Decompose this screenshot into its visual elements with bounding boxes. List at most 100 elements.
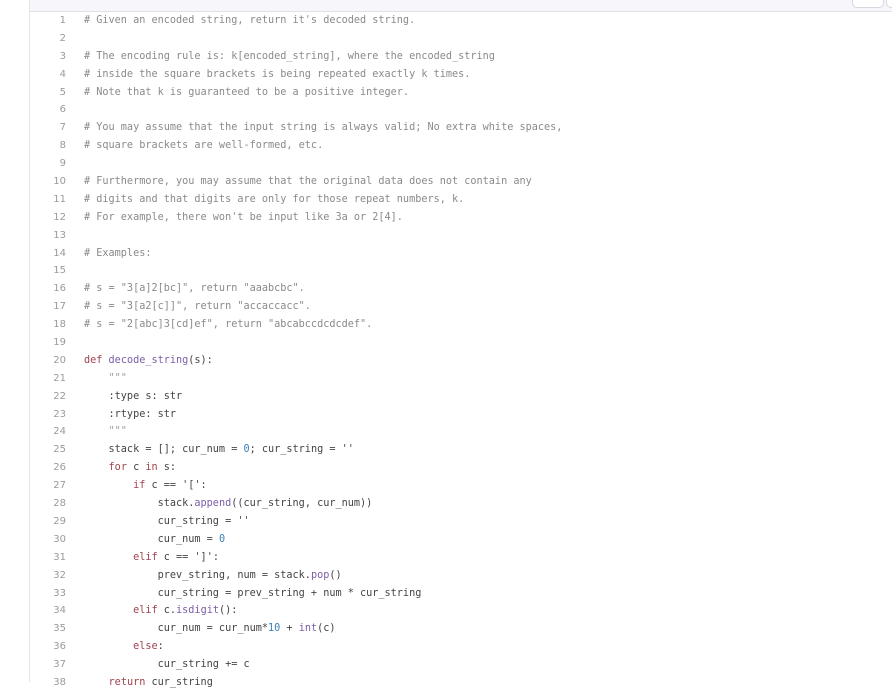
- code-line: 36 else:: [30, 638, 892, 656]
- file-header: [30, 0, 892, 12]
- line-code: for c in s:: [108, 462, 177, 474]
- line-code: # You may assume that the input string i…: [84, 122, 563, 134]
- code-line: 6: [30, 101, 892, 119]
- line-code: cur_string += c: [84, 659, 250, 671]
- header-button[interactable]: [852, 0, 884, 8]
- code-line: 20 def decode_string(s):: [30, 352, 892, 370]
- line-code: """: [84, 372, 127, 384]
- line-code: cur_string = '': [84, 515, 250, 527]
- code-line: 12 # For example, there won't be input li…: [30, 209, 892, 227]
- line-code: # The encoding rule is: k[encoded_string…: [84, 50, 495, 62]
- line-code: cur_num = 0: [84, 533, 226, 545]
- line-number: 26: [53, 462, 66, 474]
- code-line: 11 # digits and that digits are only for …: [30, 191, 892, 209]
- code-line: 33 cur_string = prev_string + num * cur_…: [30, 585, 892, 603]
- line-number: 33: [53, 587, 66, 599]
- line-code: """: [84, 426, 127, 438]
- line-code: # Given an encoded string, return it's d…: [84, 15, 416, 26]
- line-number: 24: [53, 426, 66, 438]
- line-number: 28: [53, 498, 66, 510]
- code-line: 28 stack.append((cur_string, cur_num)): [30, 495, 892, 513]
- code-line: 9: [30, 155, 892, 173]
- line-number: 13: [53, 229, 66, 241]
- line-number: 8: [59, 140, 66, 152]
- code-line: 38 return cur_string: [30, 674, 892, 692]
- line-number: 3: [59, 50, 66, 62]
- line-number: 17: [53, 301, 66, 313]
- line-number: 29: [53, 515, 66, 527]
- code-line: 16 # s = "3[a]2[bc]", return "aaabcbc".: [30, 280, 892, 298]
- line-code: else:: [133, 641, 164, 653]
- line-code: return cur_string: [108, 676, 213, 688]
- code-view: 1 # Given an encoded string, return it's …: [30, 12, 892, 692]
- line-code: :rtype: str: [84, 408, 177, 420]
- code-line: 32 prev_string, num = stack.pop(): [30, 567, 892, 585]
- code-line: 15: [30, 262, 892, 280]
- code-line: 2: [30, 30, 892, 48]
- code-line: 37 cur_string += c: [30, 656, 892, 674]
- code-line: 10 # Furthermore, you may assume that the…: [30, 173, 892, 191]
- line-code: # Note that k is guaranteed to be a posi…: [84, 86, 410, 98]
- line-number: 1: [59, 15, 66, 26]
- header-button-2[interactable]: [886, 0, 892, 8]
- line-code: stack.append((cur_string, cur_num)): [84, 498, 373, 510]
- line-number: 5: [59, 86, 66, 98]
- line-number: 6: [59, 104, 66, 116]
- line-number: 11: [53, 193, 66, 205]
- code-line: 3 # The encoding rule is: k[encoded_strin…: [30, 48, 892, 66]
- code-line: 22 :type s: str: [30, 388, 892, 406]
- line-number: 2: [59, 32, 66, 44]
- line-number: 30: [53, 533, 66, 545]
- line-code: # s = "3[a2[c]]", return "accaccacc".: [84, 301, 311, 313]
- code-line: 13: [30, 227, 892, 245]
- line-number: 32: [53, 569, 66, 581]
- code-line: 35 cur_num = cur_num*10 + int(c): [30, 620, 892, 638]
- code-line: 25 stack = []; cur_num = 0; cur_string =…: [30, 441, 892, 459]
- code-line: 18 # s = "2[abc]3[cd]ef", return "abcabcc…: [30, 316, 892, 334]
- code-line: 5 # Note that k is guaranteed to be a pos…: [30, 84, 892, 102]
- code-line: 7 # You may assume that the input string …: [30, 119, 892, 137]
- line-number: 38: [53, 676, 66, 688]
- line-number: 18: [53, 319, 66, 331]
- line-code: # digits and that digits are only for th…: [84, 193, 465, 205]
- line-number: 9: [59, 158, 66, 170]
- line-number: 23: [53, 408, 66, 420]
- line-code: if c == '[':: [133, 480, 207, 492]
- line-code: # For example, there won't be input like…: [84, 211, 403, 223]
- line-number: 22: [53, 390, 66, 402]
- code-line: 23 :rtype: str: [30, 406, 892, 424]
- code-line: 27 if c == '[':: [30, 477, 892, 495]
- line-number: 14: [53, 247, 66, 259]
- code-line: 8 # square brackets are well-formed, etc.: [30, 137, 892, 155]
- line-code: # s = "2[abc]3[cd]ef", return "abcabccdc…: [84, 319, 373, 331]
- line-number: 21: [53, 372, 66, 384]
- line-number: 34: [53, 605, 66, 617]
- code-line: 30 cur_num = 0: [30, 531, 892, 549]
- line-code: prev_string, num = stack.pop(): [84, 569, 342, 581]
- line-number: 12: [53, 211, 66, 223]
- line-number: 16: [53, 283, 66, 295]
- code-line: 4 # inside the square brackets is being r…: [30, 66, 892, 84]
- line-number: 27: [53, 480, 66, 492]
- line-number: 35: [53, 623, 66, 635]
- line-number: 10: [53, 176, 66, 188]
- line-number: 7: [59, 122, 66, 134]
- line-number: 20: [53, 354, 66, 366]
- line-code: elif c.isdigit():: [133, 605, 238, 617]
- page-margin: [0, 0, 29, 682]
- line-number: 19: [53, 337, 66, 349]
- line-number: 36: [53, 641, 66, 653]
- code-line: 26 for c in s:: [30, 459, 892, 477]
- line-number: 15: [53, 265, 66, 277]
- line-number: 37: [53, 659, 66, 671]
- code-line: 1 # Given an encoded string, return it's …: [30, 12, 892, 30]
- code-line: 29 cur_string = '': [30, 513, 892, 531]
- code-line: 31 elif c == ']':: [30, 549, 892, 567]
- code-file-panel: 1 # Given an encoded string, return it's …: [29, 0, 892, 688]
- code-line: 14 # Examples:: [30, 245, 892, 263]
- code-line: 34 elif c.isdigit():: [30, 602, 892, 620]
- line-number: 31: [53, 551, 66, 563]
- line-code: :type s: str: [84, 390, 183, 402]
- line-code: cur_num = cur_num*10 + int(c): [84, 623, 336, 635]
- code-line: 24 """: [30, 423, 892, 441]
